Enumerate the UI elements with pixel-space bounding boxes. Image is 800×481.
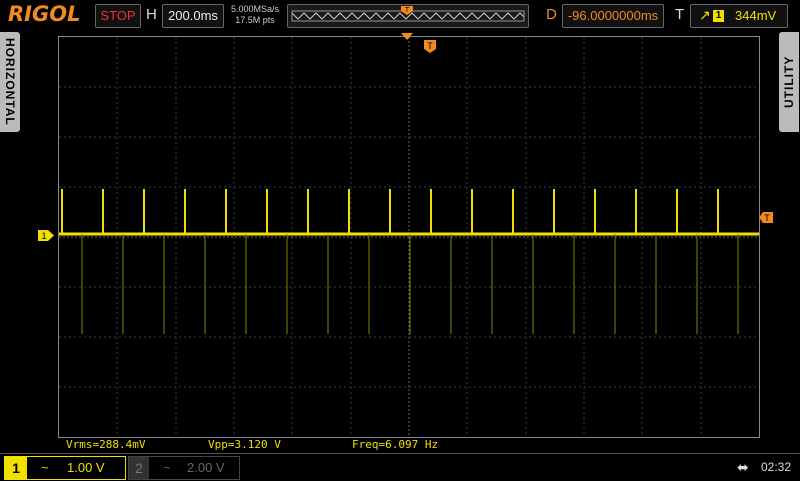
- trigger-label: T: [675, 6, 685, 23]
- trigger-channel: 1: [713, 10, 724, 22]
- channel1-scale: 1.00 V: [67, 460, 105, 475]
- waveform-display: [58, 36, 760, 438]
- memory-overview-bar: T: [287, 4, 529, 28]
- memory-waveform-icon: T: [291, 6, 525, 22]
- top-status-bar: RIGOL STOP H 200.0ms 5.000MSa/s 17.5M pt…: [0, 0, 800, 32]
- trigger-position-marker[interactable]: [400, 32, 414, 42]
- brand-logo: RIGOL: [8, 2, 81, 26]
- horizontal-label: H: [146, 6, 157, 23]
- horizontal-tab-label: HORIZONTAL: [3, 38, 17, 126]
- rising-edge-icon: ↗: [699, 7, 711, 23]
- timebase-value[interactable]: 200.0ms: [162, 4, 224, 28]
- measurement-vrms[interactable]: Vrms=288.4mV: [66, 438, 145, 451]
- trigger-level-marker-label: T: [764, 213, 770, 223]
- trigger-settings[interactable]: ↗ 1 344mV: [690, 4, 788, 28]
- channel1-offset-marker[interactable]: 1: [38, 230, 54, 241]
- horizontal-tab[interactable]: HORIZONTAL: [0, 32, 20, 132]
- delay-label: D: [546, 6, 557, 23]
- utility-tab[interactable]: UTILITY: [779, 32, 799, 132]
- run-stop-status[interactable]: STOP: [95, 4, 141, 28]
- system-clock: 02:32: [761, 460, 792, 474]
- channel2-settings[interactable]: 2 ~ 2.00 V: [128, 456, 240, 480]
- memory-depth: 17.5M pts: [235, 15, 275, 25]
- trigger-time-marker[interactable]: T: [424, 40, 436, 54]
- usb-icon: ⬌: [737, 459, 749, 475]
- sample-rate: 5.000MSa/s: [230, 4, 280, 14]
- trigger-time-marker-label: T: [427, 41, 433, 51]
- channel1-number: 1: [5, 457, 27, 479]
- channel1-settings[interactable]: 1 ~ 1.00 V: [4, 456, 126, 480]
- delay-value[interactable]: -96.0000000ms: [562, 4, 664, 28]
- trigger-level: 344mV: [735, 8, 777, 23]
- ac-coupling-icon: ~: [41, 460, 49, 475]
- acquisition-info: 5.000MSa/s 17.5M pts: [228, 4, 282, 26]
- measurement-freq[interactable]: Freq=6.097 Hz: [352, 438, 438, 451]
- channel2-number: 2: [129, 457, 149, 479]
- channel1-offset-marker-label: 1: [41, 231, 46, 241]
- ac-coupling-icon: ~: [163, 460, 171, 475]
- utility-tab-label: UTILITY: [782, 55, 796, 109]
- channel2-scale: 2.00 V: [187, 460, 225, 475]
- trigger-level-marker[interactable]: T: [759, 212, 773, 223]
- measurement-vpp[interactable]: Vpp=3.120 V: [208, 438, 281, 451]
- memory-trigger-marker-label: T: [405, 7, 410, 14]
